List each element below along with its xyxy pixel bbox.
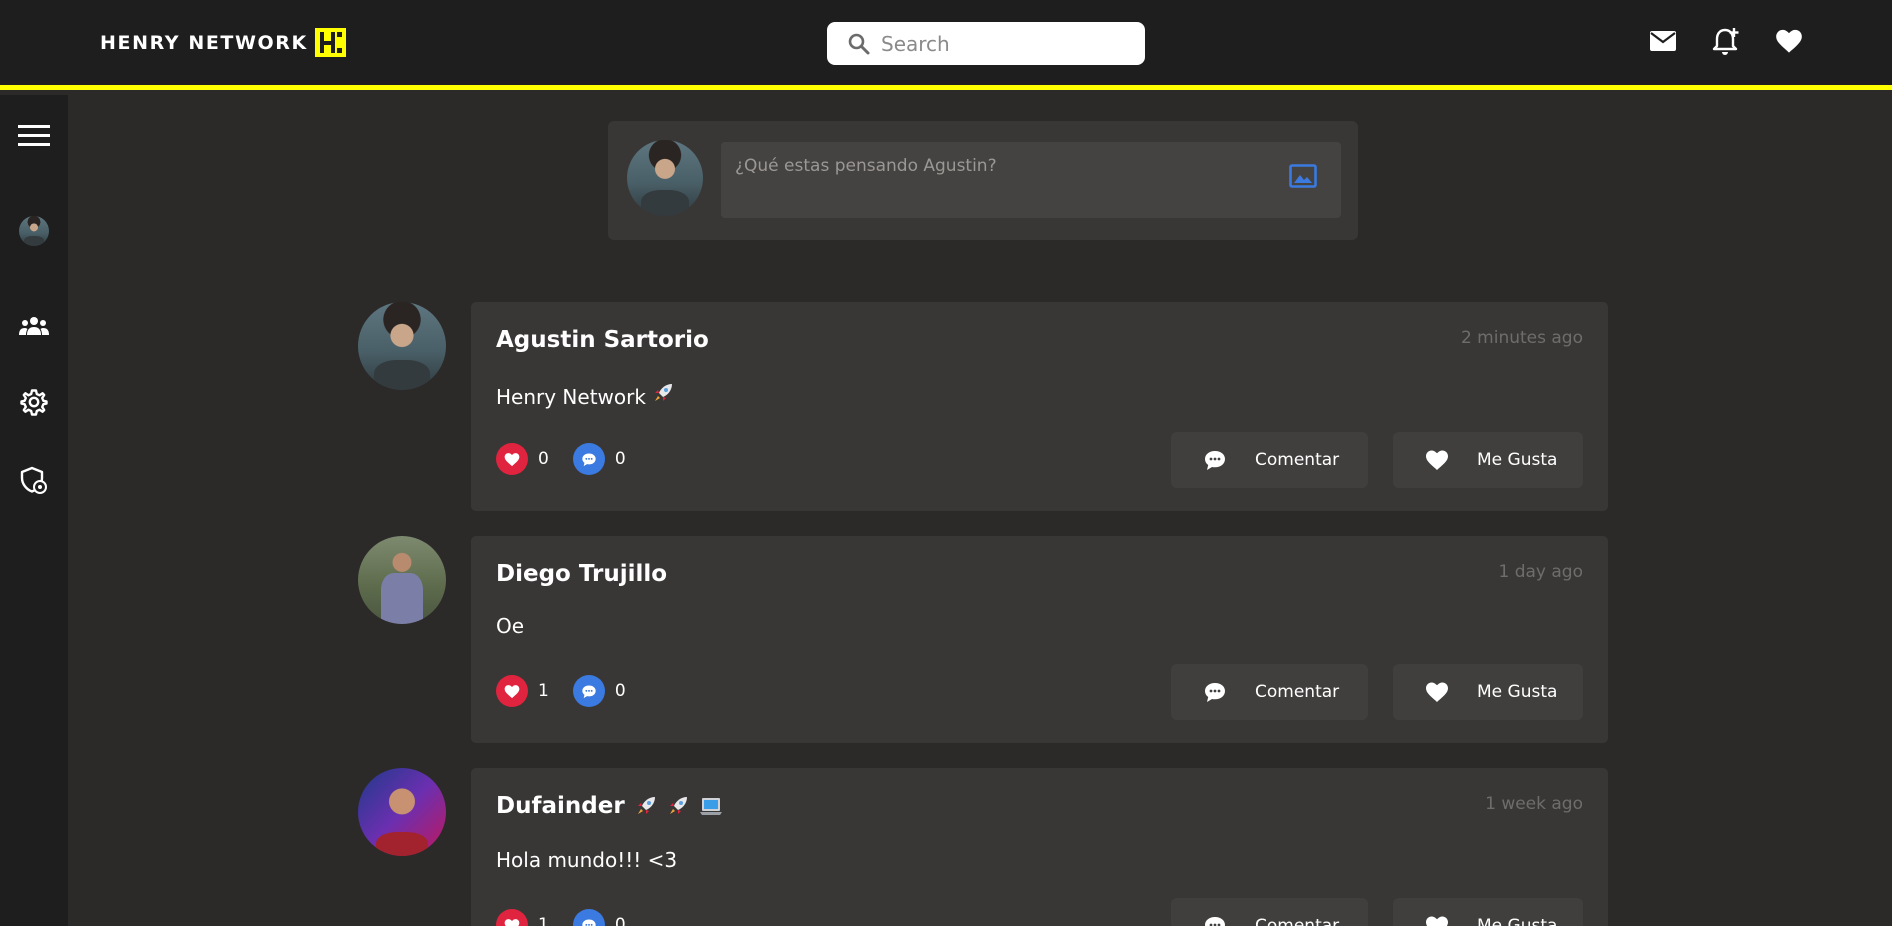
image-icon[interactable] [1289, 164, 1317, 192]
search-input[interactable] [881, 31, 1121, 56]
rocket-emoji-icon [637, 797, 655, 814]
comment-count: 0 [572, 675, 626, 707]
comment-icon [1205, 917, 1225, 926]
post-body: Dufainder 1 week ago Hola mundo!!! <3 1 … [471, 768, 1608, 926]
users-group-icon[interactable] [0, 316, 68, 336]
comment-icon [572, 443, 605, 475]
comment-button-label: Comentar [1255, 916, 1340, 926]
author-name[interactable]: Agustin Sartorio [496, 327, 709, 353]
like-button-label: Me Gusta [1477, 450, 1558, 470]
heart-icon [1426, 916, 1448, 926]
post-actions: Comentar Me Gusta [1171, 432, 1583, 488]
brand[interactable]: HENRY NETWORK [100, 28, 346, 57]
author-avatar[interactable] [358, 768, 446, 856]
heart-icon[interactable] [1774, 26, 1804, 56]
comment-button-label: Comentar [1255, 450, 1340, 470]
rocket-emoji-icon [669, 797, 687, 814]
header-actions [1648, 26, 1804, 56]
post-stats: 1 0 [496, 909, 650, 926]
sidebar-item-profile[interactable] [0, 216, 68, 246]
brand-logo-icon [314, 28, 346, 57]
like-button-label: Me Gusta [1477, 916, 1558, 926]
like-count: 0 [496, 443, 549, 475]
comment-count-value: 0 [614, 449, 626, 469]
heart-icon [496, 443, 528, 475]
profile-avatar [19, 216, 49, 246]
post-content-text: Oe [496, 614, 525, 638]
laptop-emoji-icon [699, 798, 722, 815]
comment-count: 0 [572, 443, 626, 475]
heart-icon [1426, 682, 1448, 702]
comment-button[interactable]: Comentar [1171, 664, 1368, 720]
comment-count: 0 [572, 909, 626, 926]
top-bar: HENRY NETWORK [0, 0, 1892, 90]
like-button[interactable]: Me Gusta [1393, 664, 1583, 720]
composer-avatar [627, 140, 703, 216]
like-count: 1 [496, 909, 549, 926]
comment-icon [572, 909, 605, 926]
post-content: Oe [496, 614, 524, 638]
heart-icon [1426, 450, 1448, 470]
comment-button[interactable]: Comentar [1171, 898, 1368, 926]
post-stats: 0 0 [496, 443, 650, 475]
like-button-label: Me Gusta [1477, 682, 1558, 702]
brand-name: HENRY NETWORK [100, 31, 308, 54]
post-body: Diego Trujillo 1 day ago Oe 1 0 Comentar… [471, 536, 1608, 743]
search-bar [827, 22, 1145, 65]
post-content: Henry Network [496, 382, 674, 409]
like-count-value: 1 [538, 915, 549, 926]
comment-count-value: 0 [614, 915, 626, 926]
post-body: Agustin Sartorio 2 minutes ago Henry Net… [471, 302, 1608, 511]
comment-icon [1205, 683, 1225, 702]
post-composer: ¿Qué estas pensando Agustin? [608, 121, 1358, 240]
author-name-text: Agustin Sartorio [496, 327, 709, 353]
sidebar [0, 95, 68, 926]
author-avatar[interactable] [358, 536, 446, 624]
like-count-value: 1 [538, 681, 549, 701]
comment-icon [572, 675, 605, 707]
post-time: 1 week ago [1485, 794, 1583, 814]
author-avatar[interactable] [358, 302, 446, 390]
gear-icon[interactable] [0, 388, 68, 416]
comment-button[interactable]: Comentar [1171, 432, 1368, 488]
search-icon [848, 33, 870, 54]
post-stats: 1 0 [496, 675, 650, 707]
composer-input[interactable]: ¿Qué estas pensando Agustin? [721, 142, 1341, 218]
post-actions: Comentar Me Gusta [1171, 898, 1583, 926]
post-actions: Comentar Me Gusta [1171, 664, 1583, 720]
rocket-emoji-icon [655, 384, 673, 401]
shield-settings-icon[interactable] [0, 466, 68, 494]
composer-placeholder: ¿Qué estas pensando Agustin? [735, 156, 997, 176]
post-content-text: Henry Network [496, 385, 646, 409]
author-name[interactable]: Diego Trujillo [496, 561, 667, 587]
like-count: 1 [496, 675, 549, 707]
post-time: 1 day ago [1498, 562, 1583, 582]
like-count-value: 0 [538, 449, 549, 469]
author-name[interactable]: Dufainder [496, 793, 723, 819]
comment-button-label: Comentar [1255, 682, 1340, 702]
mail-icon[interactable] [1648, 26, 1678, 56]
like-button[interactable]: Me Gusta [1393, 432, 1583, 488]
post-time: 2 minutes ago [1460, 328, 1583, 348]
author-name-text: Dufainder [496, 793, 625, 819]
post-content: Hola mundo!!! <3 [496, 848, 677, 872]
notification-add-icon[interactable] [1711, 26, 1741, 56]
author-name-text: Diego Trujillo [496, 561, 668, 587]
heart-icon [496, 675, 528, 707]
post-content-text: Hola mundo!!! <3 [496, 848, 678, 872]
heart-icon [496, 909, 528, 926]
comment-count-value: 0 [614, 681, 626, 701]
menu-icon[interactable] [0, 125, 68, 147]
comment-icon [1205, 451, 1225, 470]
like-button[interactable]: Me Gusta [1393, 898, 1583, 926]
